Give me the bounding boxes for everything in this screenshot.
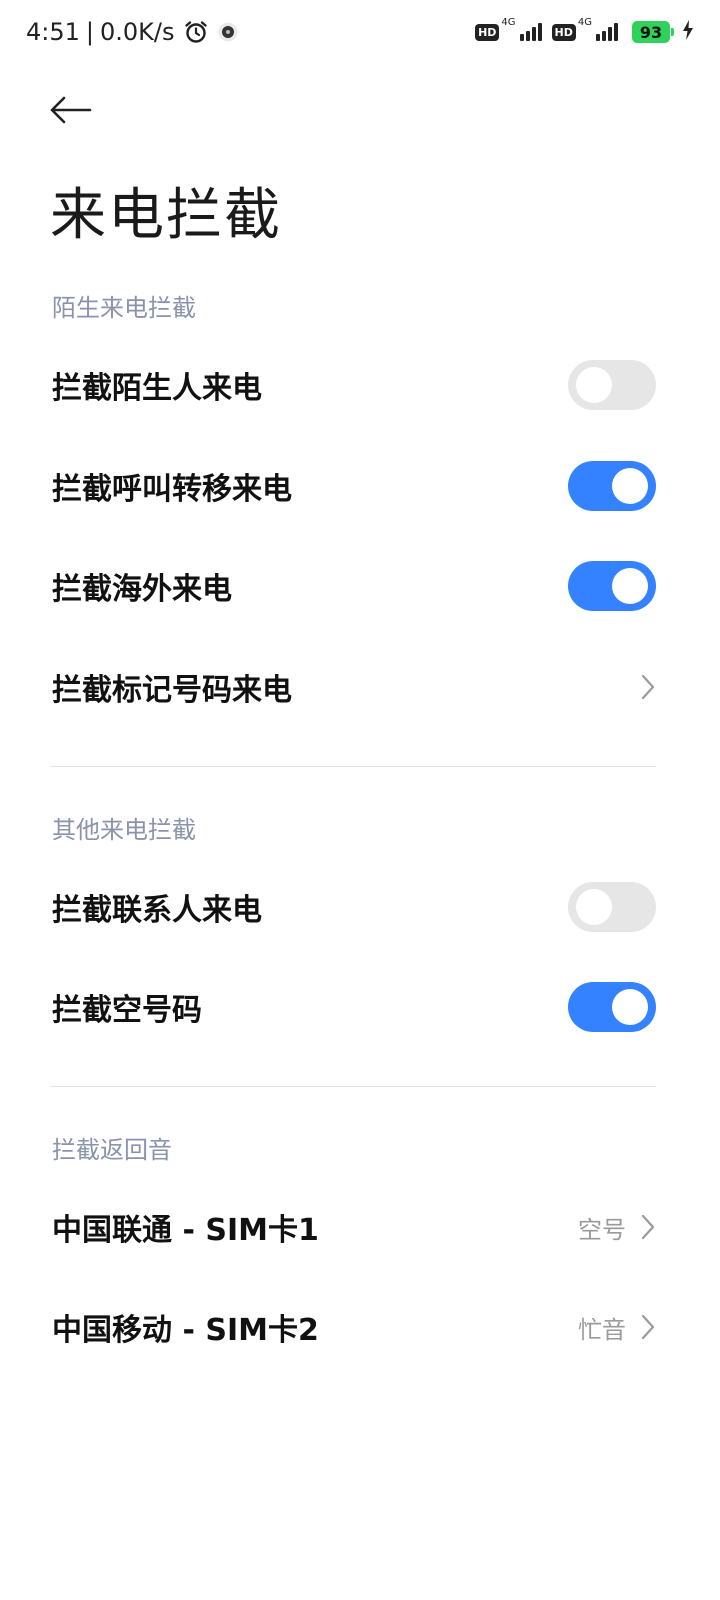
battery-tip xyxy=(671,28,674,36)
setting-label: 拦截标记号码来电 xyxy=(52,673,292,708)
setting-value: 忙音 xyxy=(578,1315,626,1344)
charging-bolt-icon xyxy=(682,20,694,44)
toggle-switch[interactable] xyxy=(568,461,656,511)
setting-row-block-forwarded[interactable]: 拦截呼叫转移来电 xyxy=(0,436,720,536)
toggle-knob xyxy=(612,989,648,1025)
notification-dot-icon xyxy=(217,21,239,43)
setting-label: 中国联通 - SIM卡1 xyxy=(52,1213,319,1248)
back-button[interactable] xyxy=(48,88,96,132)
status-right: HD 4G HD 4G 93 xyxy=(475,17,694,44)
chevron-right-icon xyxy=(640,673,656,701)
setting-row-sim1-tone[interactable]: 中国联通 - SIM卡1 空号 xyxy=(0,1177,720,1277)
battery-level: 93 xyxy=(632,21,670,43)
section-label-other: 其他来电拦截 xyxy=(52,816,196,844)
setting-row-sim2-tone[interactable]: 中国移动 - SIM卡2 忙音 xyxy=(0,1277,720,1377)
setting-label: 拦截陌生人来电 xyxy=(52,371,262,406)
toggle-switch[interactable] xyxy=(568,882,656,932)
status-left: 4:51 | 0.0K/s xyxy=(26,18,239,46)
back-arrow-icon xyxy=(50,96,92,124)
setting-label: 拦截联系人来电 xyxy=(52,893,262,928)
setting-label: 中国移动 - SIM卡2 xyxy=(52,1313,319,1348)
chevron-right-icon xyxy=(640,1313,656,1341)
setting-label: 拦截空号码 xyxy=(52,993,202,1028)
screen: 4:51 | 0.0K/s HD 4G HD 4G 93 来电拦截 陌生来电拦截… xyxy=(0,0,720,1600)
toggle-knob xyxy=(612,468,648,504)
network-type: 4G xyxy=(501,17,516,28)
setting-row-block-contacts[interactable]: 拦截联系人来电 xyxy=(0,857,720,957)
status-time: 4:51 xyxy=(26,18,80,46)
chevron-right-icon xyxy=(640,1213,656,1241)
signal-icon xyxy=(594,23,618,41)
network-type: 4G xyxy=(577,17,592,28)
section-label-stranger: 陌生来电拦截 xyxy=(52,294,196,322)
hd-badge: HD xyxy=(475,24,500,41)
battery-indicator: 93 xyxy=(632,21,674,43)
alarm-icon xyxy=(183,19,209,45)
sim1-signal: HD 4G xyxy=(475,17,542,41)
signal-icon xyxy=(518,23,542,41)
toggle-knob xyxy=(576,889,612,925)
section-divider xyxy=(50,766,656,767)
setting-row-block-strangers[interactable]: 拦截陌生人来电 xyxy=(0,335,720,435)
status-net-speed: 0.0K/s xyxy=(100,18,175,46)
toggle-switch[interactable] xyxy=(568,561,656,611)
sim2-signal: HD 4G xyxy=(551,17,618,41)
status-separator: | xyxy=(85,18,94,46)
setting-label: 拦截呼叫转移来电 xyxy=(52,472,292,507)
setting-row-block-marked[interactable]: 拦截标记号码来电 xyxy=(0,637,720,737)
toggle-switch[interactable] xyxy=(568,360,656,410)
setting-row-block-overseas[interactable]: 拦截海外来电 xyxy=(0,536,720,636)
hd-badge: HD xyxy=(551,24,576,41)
toggle-switch[interactable] xyxy=(568,982,656,1032)
toggle-knob xyxy=(612,568,648,604)
setting-row-block-empty-numbers[interactable]: 拦截空号码 xyxy=(0,957,720,1057)
section-divider xyxy=(50,1086,656,1087)
status-bar: 4:51 | 0.0K/s HD 4G HD 4G 93 xyxy=(0,0,720,64)
setting-label: 拦截海外来电 xyxy=(52,572,232,607)
page-title: 来电拦截 xyxy=(50,183,282,248)
section-label-return-tone: 拦截返回音 xyxy=(52,1136,172,1164)
toggle-knob xyxy=(576,367,612,403)
setting-value: 空号 xyxy=(578,1215,626,1244)
